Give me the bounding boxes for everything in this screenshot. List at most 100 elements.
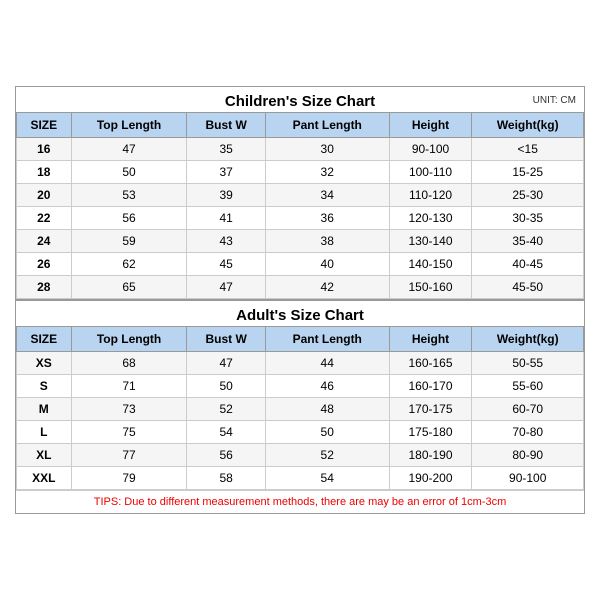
table-cell: 28 [17,276,72,299]
table-row: 18503732100-11015-25 [17,161,584,184]
table-cell: 59 [71,230,187,253]
table-cell: 26 [17,253,72,276]
table-cell: 50 [187,375,265,398]
table-cell: 30-35 [472,207,584,230]
table-cell: 47 [187,276,265,299]
table-cell: 54 [265,467,389,490]
table-cell: 90-100 [389,138,472,161]
table-cell: 40 [265,253,389,276]
table-cell: 58 [187,467,265,490]
col-pant-length: Pant Length [265,113,389,138]
table-cell: 54 [187,421,265,444]
table-cell: 62 [71,253,187,276]
table-cell: 22 [17,207,72,230]
table-cell: 25-30 [472,184,584,207]
table-cell: 45 [187,253,265,276]
table-row: 28654742150-16045-50 [17,276,584,299]
table-cell: 190-200 [389,467,472,490]
table-cell: 52 [265,444,389,467]
table-cell: 50 [71,161,187,184]
table-cell: 110-120 [389,184,472,207]
table-cell: 15-25 [472,161,584,184]
table-cell: XL [17,444,72,467]
chart-container: Children's Size Chart UNIT: CM SIZE Top … [15,86,585,514]
table-cell: S [17,375,72,398]
col-top-length: Top Length [71,113,187,138]
adult-title: Adult's Size Chart [16,299,584,326]
table-cell: 55-60 [472,375,584,398]
adult-col-top-length: Top Length [71,327,187,352]
table-cell: 77 [71,444,187,467]
table-cell: <15 [472,138,584,161]
table-cell: 45-50 [472,276,584,299]
adult-col-bust-w: Bust W [187,327,265,352]
table-cell: 46 [265,375,389,398]
table-cell: 30 [265,138,389,161]
table-cell: 38 [265,230,389,253]
table-cell: 150-160 [389,276,472,299]
table-cell: 70-80 [472,421,584,444]
table-cell: 79 [71,467,187,490]
table-cell: 160-165 [389,352,472,375]
table-cell: XS [17,352,72,375]
adult-header-row: SIZE Top Length Bust W Pant Length Heigh… [17,327,584,352]
table-cell: M [17,398,72,421]
table-cell: 73 [71,398,187,421]
table-cell: 35-40 [472,230,584,253]
adult-col-weight: Weight(kg) [472,327,584,352]
table-row: XXL795854190-20090-100 [17,467,584,490]
table-cell: 75 [71,421,187,444]
table-cell: 43 [187,230,265,253]
table-cell: 48 [265,398,389,421]
children-table: SIZE Top Length Bust W Pant Length Heigh… [16,112,584,299]
adult-col-size: SIZE [17,327,72,352]
table-cell: 47 [71,138,187,161]
table-cell: 60-70 [472,398,584,421]
table-cell: 39 [187,184,265,207]
table-row: L755450175-18070-80 [17,421,584,444]
table-cell: 120-130 [389,207,472,230]
table-cell: 160-170 [389,375,472,398]
table-cell: 90-100 [472,467,584,490]
table-cell: 44 [265,352,389,375]
table-cell: 40-45 [472,253,584,276]
table-row: M735248170-17560-70 [17,398,584,421]
adult-col-height: Height [389,327,472,352]
table-cell: L [17,421,72,444]
table-cell: 65 [71,276,187,299]
children-title-text: Children's Size Chart [225,93,375,110]
table-cell: 140-150 [389,253,472,276]
table-cell: 80-90 [472,444,584,467]
table-cell: 50-55 [472,352,584,375]
tips-text: TIPS: Due to different measurement metho… [16,490,584,513]
table-cell: 32 [265,161,389,184]
table-cell: 20 [17,184,72,207]
table-cell: 50 [265,421,389,444]
table-cell: 170-175 [389,398,472,421]
table-cell: 16 [17,138,72,161]
table-cell: 24 [17,230,72,253]
table-cell: 52 [187,398,265,421]
table-cell: 180-190 [389,444,472,467]
table-cell: 18 [17,161,72,184]
adult-table: SIZE Top Length Bust W Pant Length Heigh… [16,326,584,490]
col-height: Height [389,113,472,138]
table-row: S715046160-17055-60 [17,375,584,398]
col-bust-w: Bust W [187,113,265,138]
adult-tbody: XS684744160-16550-55S715046160-17055-60M… [17,352,584,490]
table-row: 22564136120-13030-35 [17,207,584,230]
table-row: 26624540140-15040-45 [17,253,584,276]
children-tbody: 1647353090-100<1518503732100-11015-25205… [17,138,584,299]
table-row: 1647353090-100<15 [17,138,584,161]
adult-title-text: Adult's Size Chart [236,307,364,324]
table-cell: 56 [71,207,187,230]
table-cell: 34 [265,184,389,207]
table-cell: 68 [71,352,187,375]
table-cell: 36 [265,207,389,230]
col-size: SIZE [17,113,72,138]
table-row: 20533934110-12025-30 [17,184,584,207]
table-cell: 71 [71,375,187,398]
table-row: 24594338130-14035-40 [17,230,584,253]
children-header-row: SIZE Top Length Bust W Pant Length Heigh… [17,113,584,138]
col-weight: Weight(kg) [472,113,584,138]
